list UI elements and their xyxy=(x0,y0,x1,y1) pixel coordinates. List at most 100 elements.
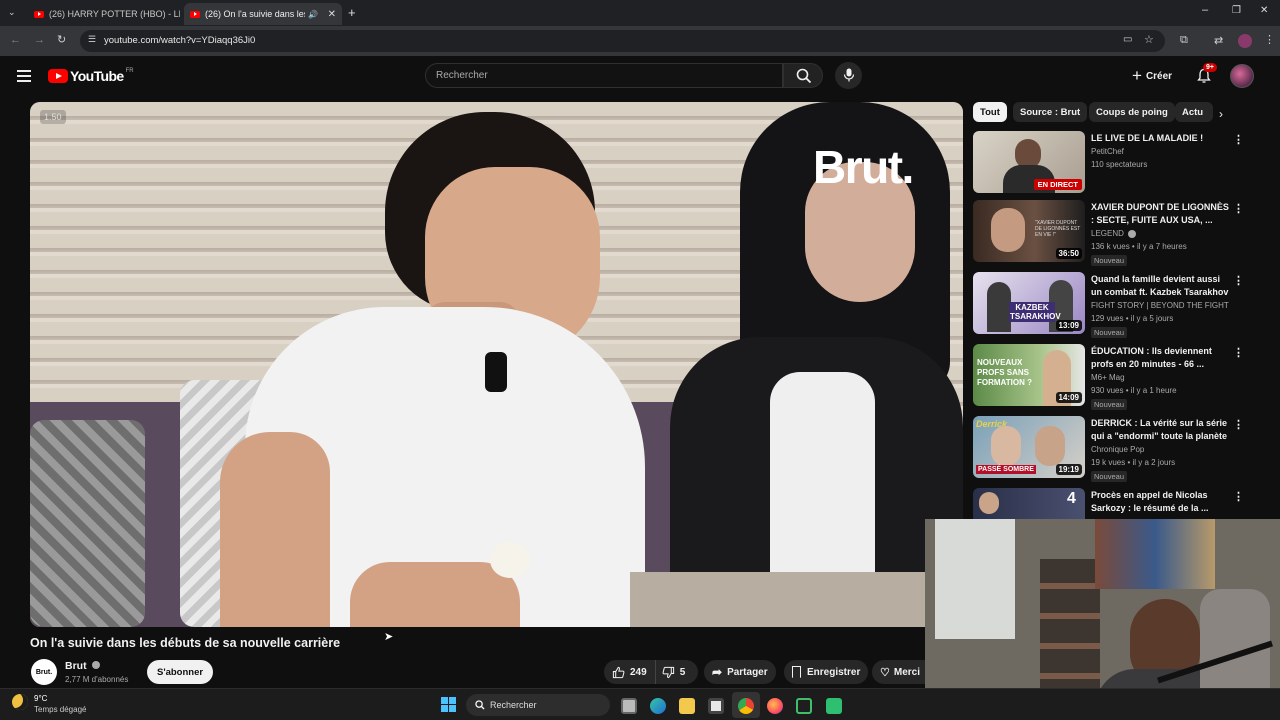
weather-temp[interactable]: 9°C xyxy=(34,694,47,703)
share-arrow-icon: ➦ xyxy=(712,665,723,679)
firefox-icon[interactable] xyxy=(767,698,783,714)
tab-harry-potter[interactable]: (26) HARRY POTTER (HBO) - LE ✕ xyxy=(28,3,180,25)
recommendation-item[interactable]: 4 Procès en appel de Nicolas Sarkozy : l… xyxy=(973,488,1253,519)
recommendation-item[interactable]: KAZBEK TSARAKHOV 13:09 Quand la famille … xyxy=(973,272,1253,338)
more-options-icon[interactable]: ⋮ xyxy=(1233,274,1244,287)
tab-close-icon[interactable]: ✕ xyxy=(324,9,336,20)
channel-name[interactable]: Brut xyxy=(65,660,100,672)
dislike-button[interactable]: 5 xyxy=(656,660,692,684)
weather-moon-icon xyxy=(12,694,28,710)
chip-tout[interactable]: Tout xyxy=(973,102,1007,122)
recommendation-thumbnail[interactable]: NOUVEAUX PROFS SANS FORMATION ? 14:09 xyxy=(973,344,1085,406)
playback-speed-badge: 1.50 xyxy=(40,110,66,124)
recommendation-thumbnail[interactable]: Derrick PASSÉ SOMBRE 19:19 xyxy=(973,416,1085,478)
video-player[interactable]: Brut. 1.50 xyxy=(30,102,963,627)
create-button[interactable]: + Créer xyxy=(1126,64,1178,88)
app-green-icon[interactable] xyxy=(796,698,812,714)
more-options-icon[interactable]: ⋮ xyxy=(1233,418,1244,431)
close-window-icon[interactable]: ✕ xyxy=(1260,5,1268,16)
chip-source-brut[interactable]: Source : Brut xyxy=(1013,102,1088,122)
search-button[interactable] xyxy=(783,63,823,88)
hamburger-menu-icon[interactable] xyxy=(17,70,31,82)
channel-avatar[interactable]: Brut. xyxy=(31,659,57,685)
extensions-icon[interactable]: ⧉ xyxy=(1180,34,1188,47)
recommendation-title[interactable]: Procès en appel de Nicolas Sarkozy : le … xyxy=(1091,489,1231,515)
tab-list-chevron-icon[interactable]: ⌄ xyxy=(8,7,16,18)
weather-condition[interactable]: Temps dégagé xyxy=(34,705,86,714)
recommendation-item[interactable]: EN DIRECT LE LIVE DE LA MALADIE ! PetitC… xyxy=(973,131,1253,193)
recommendation-title[interactable]: XAVIER DUPONT DE LIGONNÈS : SECTE, FUITE… xyxy=(1091,201,1231,227)
recommendation-title[interactable]: ÉDUCATION : Ils deviennent profs en 20 m… xyxy=(1091,345,1231,371)
voice-search-button[interactable] xyxy=(835,62,862,89)
tab-label: (26) On l'a suivie dans les d xyxy=(205,9,305,19)
recommendation-item[interactable]: "XAVIER DUPONT DE LIGONNÈS EST EN VIE !"… xyxy=(973,200,1253,266)
reload-icon[interactable]: ↻ xyxy=(57,33,66,46)
more-options-icon[interactable]: ⋮ xyxy=(1233,346,1244,359)
store-icon[interactable] xyxy=(708,698,724,714)
mouse-cursor-icon: ➤ xyxy=(384,631,394,643)
youtube-favicon-icon xyxy=(34,10,44,18)
back-icon[interactable]: ← xyxy=(10,34,21,46)
recommendation-channel[interactable]: LEGEND xyxy=(1091,229,1137,238)
recommendation-channel[interactable]: PetitChef xyxy=(1091,147,1124,156)
tab-active-video[interactable]: (26) On l'a suivie dans les d 🔊 ✕ xyxy=(184,3,342,25)
chip-scroll-right-icon[interactable]: › xyxy=(1219,107,1223,121)
thumbnail-text: NOUVEAUX PROFS SANS FORMATION ? xyxy=(977,358,1032,387)
subscribe-button[interactable]: S'abonner xyxy=(147,660,214,684)
forward-icon[interactable]: → xyxy=(34,34,45,46)
notifications-button[interactable]: 9+ xyxy=(1194,63,1217,86)
recommendation-title[interactable]: LE LIVE DE LA MALADIE ! xyxy=(1091,132,1231,145)
save-button[interactable]: Enregistrer xyxy=(784,660,869,684)
recommendation-thumbnail[interactable]: 4 xyxy=(973,488,1085,519)
chrome-icon[interactable] xyxy=(738,698,754,714)
thumbs-down-icon xyxy=(662,666,674,678)
address-bar[interactable]: ☰ youtube.com/watch?v=YDiaqq36Ji0 ▭ ☆ xyxy=(80,30,1165,52)
recommendation-item[interactable]: Derrick PASSÉ SOMBRE 19:19 DERRICK : La … xyxy=(973,416,1253,482)
start-button[interactable] xyxy=(441,697,456,712)
minimize-icon[interactable]: – xyxy=(1202,4,1208,16)
site-info-icon[interactable]: ☰ xyxy=(88,34,96,45)
like-button[interactable]: 249 xyxy=(604,660,656,684)
recommendation-channel[interactable]: M6+ Mag xyxy=(1091,373,1125,382)
profile-avatar[interactable] xyxy=(1238,34,1252,48)
recommendation-thumbnail[interactable]: "XAVIER DUPONT DE LIGONNÈS EST EN VIE !"… xyxy=(973,200,1085,262)
edge-icon[interactable] xyxy=(650,698,666,714)
maximize-icon[interactable]: ❐ xyxy=(1232,5,1241,16)
verified-icon xyxy=(1128,229,1137,238)
tab-search-icon[interactable]: ⇄ xyxy=(1214,34,1223,47)
chip-actu[interactable]: Actu xyxy=(1175,102,1213,122)
cast-icon[interactable]: ▭ xyxy=(1123,34,1132,45)
recommendation-title[interactable]: DERRICK : La vérité sur la série qui a "… xyxy=(1091,417,1231,443)
more-options-icon[interactable]: ⋮ xyxy=(1233,133,1244,146)
chip-coups-de-poing[interactable]: Coups de poing xyxy=(1089,102,1175,122)
new-badge: Nouveau xyxy=(1091,327,1128,338)
taskbar-search-input[interactable]: Rechercher xyxy=(466,694,610,716)
task-view-icon[interactable] xyxy=(621,698,637,714)
user-avatar[interactable] xyxy=(1230,64,1254,88)
youtube-logo[interactable]: YouTube FR xyxy=(48,68,134,84)
recommendation-channel[interactable]: Chronique Pop xyxy=(1091,445,1144,454)
like-count: 249 xyxy=(630,666,647,678)
thanks-button[interactable]: ♡ Merci xyxy=(872,660,925,684)
bookmark-star-icon[interactable]: ☆ xyxy=(1144,33,1154,46)
new-tab-icon[interactable]: + xyxy=(348,5,356,20)
share-button[interactable]: ➦ Partager xyxy=(704,660,776,684)
browser-tab-bar: ⌄ (26) HARRY POTTER (HBO) - LE ✕ (26) On… xyxy=(0,0,1280,26)
recommendation-item[interactable]: NOUVEAUX PROFS SANS FORMATION ? 14:09 ÉD… xyxy=(973,344,1253,410)
recommendation-thumbnail[interactable]: KAZBEK TSARAKHOV 13:09 xyxy=(973,272,1085,334)
more-options-icon[interactable]: ⋮ xyxy=(1233,490,1244,503)
url-text[interactable]: youtube.com/watch?v=YDiaqq36Ji0 xyxy=(104,35,255,46)
video-microphone-clip xyxy=(485,352,507,392)
recommendation-channel[interactable]: FIGHT STORY | BEYOND THE FIGHT xyxy=(1091,301,1229,310)
speaker-icon[interactable]: 🔊 xyxy=(308,10,318,19)
more-options-icon[interactable]: ⋮ xyxy=(1233,202,1244,215)
new-badge: Nouveau xyxy=(1091,399,1128,410)
brut-watermark: Brut. xyxy=(813,141,914,193)
verified-icon xyxy=(91,661,100,669)
app-discord-icon[interactable] xyxy=(826,698,842,714)
recommendation-thumbnail[interactable]: EN DIRECT xyxy=(973,131,1085,193)
file-explorer-icon[interactable] xyxy=(679,698,695,714)
recommendation-title[interactable]: Quand la famille devient aussi un combat… xyxy=(1091,273,1231,299)
menu-kebab-icon[interactable]: ⋮ xyxy=(1264,33,1275,46)
search-input[interactable]: Rechercher xyxy=(425,63,783,88)
